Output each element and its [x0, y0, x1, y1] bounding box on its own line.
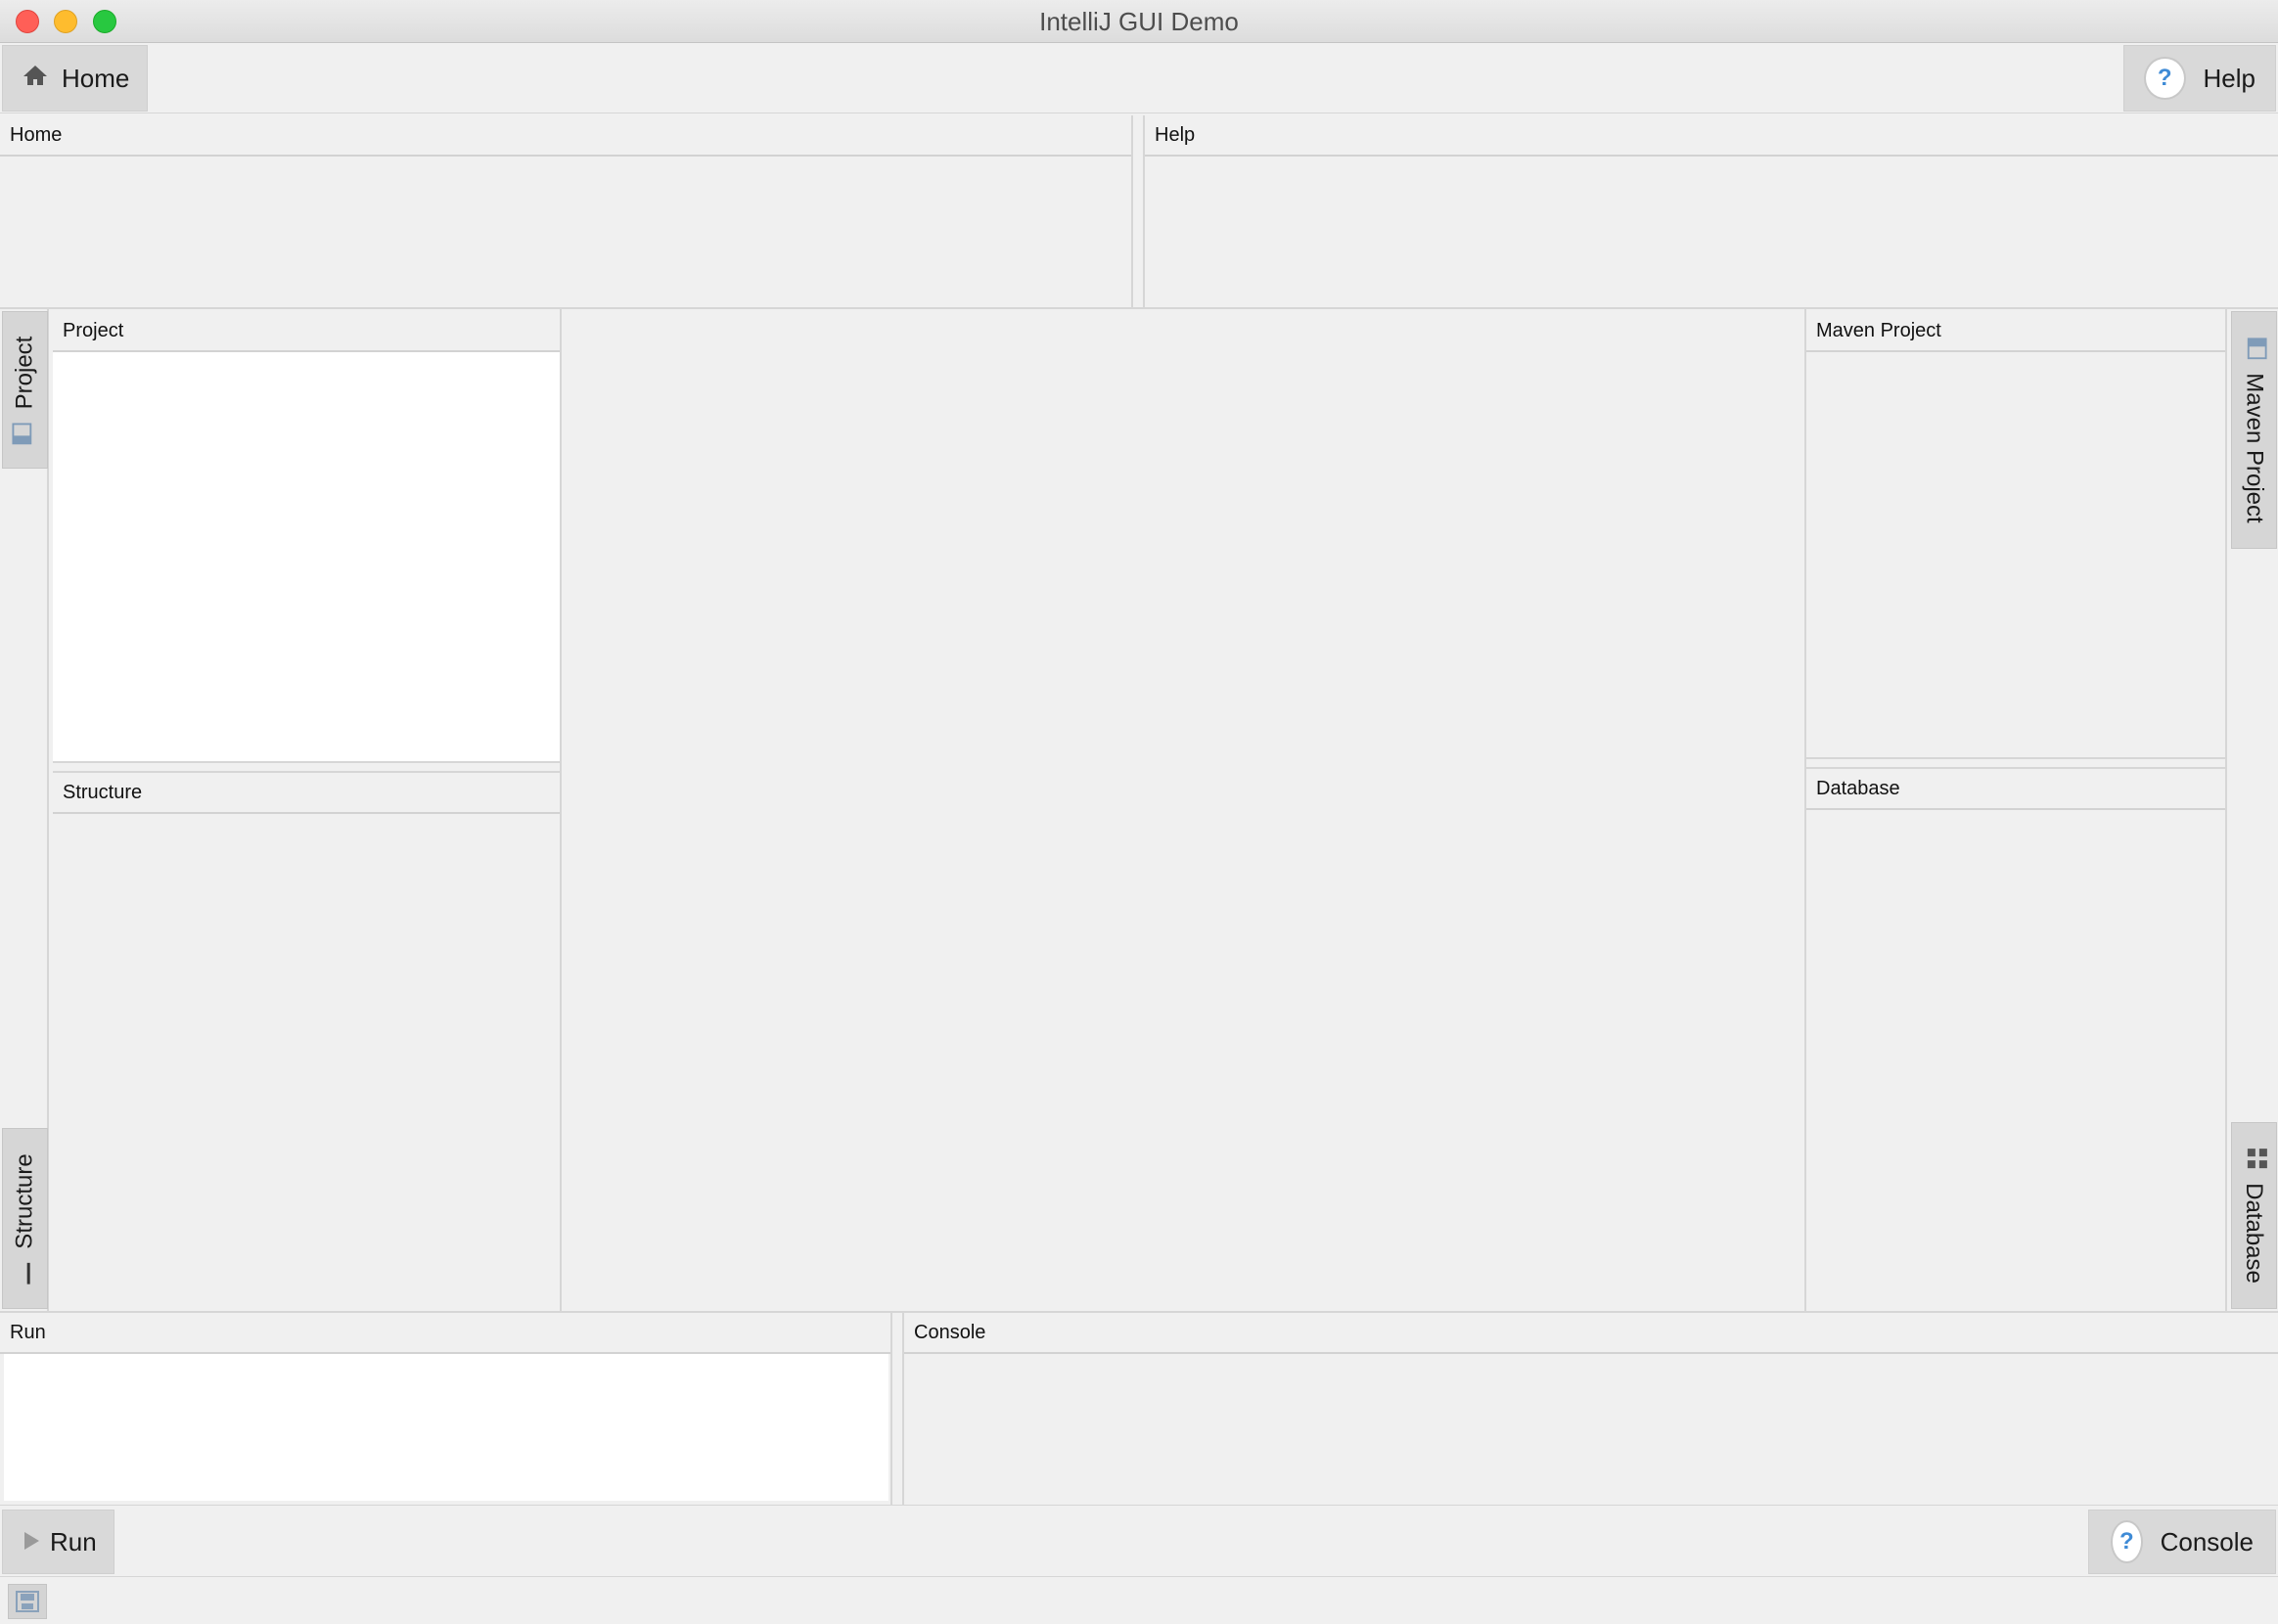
save-icon[interactable]	[8, 1584, 47, 1619]
home-button[interactable]: Home	[2, 45, 148, 112]
help-panel: Help	[1145, 115, 2278, 307]
bottom-toolbar	[0, 1505, 2278, 1577]
structure-panel: Structure	[53, 773, 560, 1309]
project-tool-tab[interactable]: Project	[2, 311, 48, 469]
status-bar	[0, 1577, 2278, 1624]
run-panel-title: Run	[0, 1313, 890, 1354]
help-button-label: Help	[2203, 63, 2255, 93]
console-panel: Console	[904, 1313, 2278, 1505]
home-panel-title: Home	[0, 115, 1131, 157]
left-splitter[interactable]	[53, 761, 560, 773]
structure-tool-tab[interactable]: Structure	[2, 1128, 48, 1309]
project-tree[interactable]	[53, 352, 560, 761]
maven-project-tool-tab[interactable]: Maven Project	[2231, 311, 2277, 549]
maven-project-panel: Maven Project	[1806, 311, 2225, 757]
project-panel-icon	[12, 422, 39, 444]
run-output[interactable]	[4, 1354, 888, 1501]
play-icon	[23, 1527, 40, 1557]
home-button-label: Home	[62, 63, 130, 93]
maven-panel-icon	[2241, 337, 2268, 359]
console-panel-title: Console	[904, 1313, 2278, 1354]
top-splitter[interactable]	[1131, 115, 1145, 307]
run-panel: Run	[0, 1313, 890, 1505]
console-button-label: Console	[2160, 1526, 2254, 1556]
console-button[interactable]: ? Console	[2088, 1510, 2276, 1574]
editor-area[interactable]	[562, 309, 1804, 1311]
help-button[interactable]: ? Help	[2123, 45, 2276, 112]
structure-panel-title: Structure	[53, 773, 560, 814]
help-icon: ?	[2111, 1520, 2143, 1563]
right-splitter[interactable]	[1806, 757, 2225, 769]
project-panel-title: Project	[53, 311, 560, 352]
database-panel: Database	[1806, 769, 2225, 1309]
run-button-label: Run	[50, 1526, 97, 1556]
grid-icon	[2240, 1148, 2268, 1169]
top-toolbar	[0, 43, 2278, 113]
structure-tool-tab-label: Structure	[11, 1152, 38, 1249]
bottom-splitter[interactable]	[890, 1313, 904, 1505]
home-panel: Home	[0, 115, 1131, 307]
maven-project-tool-tab-label: Maven Project	[2241, 372, 2268, 523]
window-title: IntelliJ GUI Demo	[1039, 7, 1239, 36]
database-tool-tab-label: Database	[2241, 1183, 2268, 1284]
database-tool-tab[interactable]: Database	[2231, 1122, 2277, 1309]
structure-icon	[12, 1262, 39, 1285]
run-button[interactable]: Run	[2, 1510, 114, 1574]
maven-project-panel-title: Maven Project	[1806, 311, 2225, 352]
project-tool-tab-label: Project	[11, 336, 38, 409]
home-icon	[23, 64, 48, 94]
project-panel: Project	[53, 311, 560, 761]
help-icon: ?	[2144, 57, 2186, 100]
database-panel-title: Database	[1806, 769, 2225, 810]
help-panel-title: Help	[1145, 115, 2278, 157]
